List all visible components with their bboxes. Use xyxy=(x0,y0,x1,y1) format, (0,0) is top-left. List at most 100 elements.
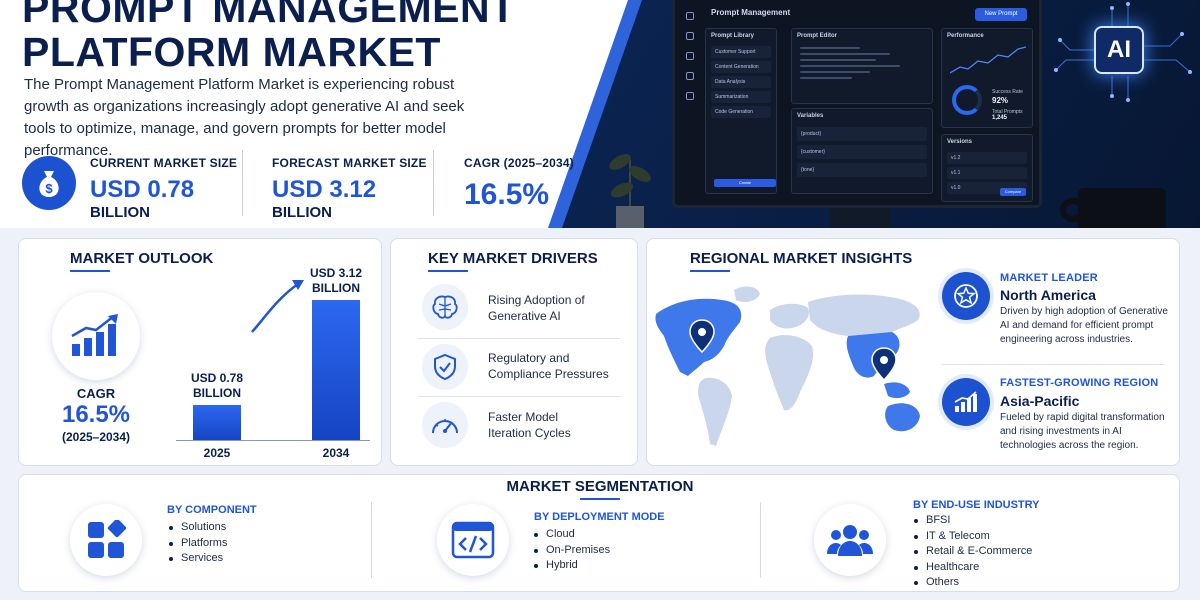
by-component-heading: BY COMPONENT xyxy=(167,504,257,516)
variable-item[interactable]: {tone} xyxy=(797,163,927,177)
code-line xyxy=(800,47,860,49)
list-item: Platforms xyxy=(169,536,227,552)
cagr-label: CAGR xyxy=(76,386,116,401)
monitor-stand xyxy=(830,208,890,228)
market-leader-name: North America xyxy=(1000,287,1096,303)
total-prompts-value: 1,245 xyxy=(992,115,1008,121)
stat-value: 16.5% xyxy=(464,178,550,211)
regional-divider xyxy=(942,364,1164,365)
library-icon[interactable] xyxy=(686,52,694,60)
new-prompt-button[interactable]: New Prompt xyxy=(975,8,1027,21)
stat-unit: BILLION xyxy=(90,204,150,221)
title-line-2: PLATFORM MARKET xyxy=(22,29,441,75)
dashboard-monitor: Prompt Management New Prompt Prompt Libr… xyxy=(672,0,1042,208)
north-asia-shape xyxy=(808,294,920,336)
driver-divider xyxy=(418,338,620,339)
library-item[interactable]: Content Generation xyxy=(711,61,771,73)
driver-line: Faster Model xyxy=(488,410,559,424)
variable-item[interactable]: {customer} xyxy=(797,145,927,159)
hero-banner: PROMPT MANAGEMENT PLATFORM MARKET The Pr… xyxy=(0,0,1200,228)
library-item[interactable]: Code Generation xyxy=(711,106,771,118)
bar-label-2025: USD 0.78 BILLION xyxy=(172,371,262,401)
panel-title: Performance xyxy=(947,33,984,39)
driver-line: Generative AI xyxy=(488,309,561,323)
code-line xyxy=(800,71,870,73)
prompt-editor-panel: Prompt Editor xyxy=(791,28,933,104)
asia-pacific-pin xyxy=(871,347,897,382)
list-item: Retail & E-Commerce xyxy=(914,544,1032,560)
cagr-value: 16.5% xyxy=(61,401,131,428)
driver-divider xyxy=(418,396,620,397)
stat-cagr: CAGR (2025–2034) 16.5% xyxy=(464,156,574,212)
stat-value: USD 3.12 xyxy=(272,176,377,203)
component-blocks-icon xyxy=(70,504,142,576)
code-line xyxy=(800,65,900,67)
settings-icon[interactable] xyxy=(686,92,694,100)
stat-label: FORECAST MARKET SIZE xyxy=(272,156,427,170)
title-line-1: PROMPT MANAGEMENT xyxy=(22,0,516,31)
version-item[interactable]: v1.2 xyxy=(947,152,1027,164)
driver-line: Compliance Pressures xyxy=(488,367,609,381)
bar-unit-label: BILLION xyxy=(193,386,241,400)
panel-title: Prompt Editor xyxy=(797,33,837,39)
money-bag-icon: $ xyxy=(22,156,76,210)
library-item[interactable]: Data Analysis xyxy=(711,76,771,88)
regional-insights-title: REGIONAL MARKET INSIGHTS xyxy=(690,250,913,267)
title-underline xyxy=(690,270,730,272)
list-item: Services xyxy=(169,551,227,567)
chart-icon[interactable] xyxy=(686,72,694,80)
code-line xyxy=(800,53,890,55)
stat-divider xyxy=(433,150,434,216)
coffee-mug xyxy=(1078,188,1166,228)
bar-value-label: USD 0.78 xyxy=(190,371,244,385)
version-item[interactable]: v1.1 xyxy=(947,167,1027,179)
growth-chart-icon xyxy=(942,378,990,426)
cagr-years: (2025–2034) xyxy=(61,430,131,444)
driver-line: Regulatory and xyxy=(488,351,570,365)
segment-divider xyxy=(760,502,761,578)
library-item[interactable]: Summarization xyxy=(711,91,771,103)
list-item: Healthcare xyxy=(914,560,1032,576)
library-item[interactable]: Customer Support xyxy=(711,46,771,58)
key-drivers-title: KEY MARKET DRIVERS xyxy=(428,250,598,267)
create-button[interactable]: Create xyxy=(714,179,776,187)
europe-shape xyxy=(770,303,809,329)
code-line xyxy=(800,59,876,61)
market-outlook-title: MARKET OUTLOOK xyxy=(70,250,214,267)
title-underline xyxy=(428,270,468,272)
title-underline xyxy=(70,270,110,272)
industry-list: BFSI IT & Telecom Retail & E-Commerce He… xyxy=(914,513,1032,591)
bar-2025 xyxy=(193,405,241,440)
greenland-shape xyxy=(734,286,760,302)
code-line xyxy=(800,77,852,79)
svg-text:$: $ xyxy=(45,181,53,196)
stat-unit: BILLION xyxy=(272,204,332,221)
star-badge-icon xyxy=(942,272,990,320)
driver-text: Regulatory and Compliance Pressures xyxy=(488,350,609,382)
title-underline xyxy=(580,498,620,500)
ai-chip-badge: AI xyxy=(1094,26,1144,74)
fastest-growing-kicker: FASTEST-GROWING REGION xyxy=(1000,377,1159,389)
x-tick-label: 2025 xyxy=(203,446,231,460)
list-item: Cloud xyxy=(534,527,610,543)
market-leader-kicker: MARKET LEADER xyxy=(1000,272,1098,284)
performance-line-chart xyxy=(950,46,1026,74)
compare-button[interactable]: Compare xyxy=(1000,188,1026,196)
panel-title: Prompt Library xyxy=(711,33,755,39)
intro-paragraph: The Prompt Management Platform Market is… xyxy=(24,76,465,159)
plant-illustration xyxy=(609,154,651,228)
deployment-list: Cloud On-Premises Hybrid xyxy=(534,527,610,574)
growth-chart-icon xyxy=(52,292,140,380)
market-leader-description: Driven by high adoption of Generative AI… xyxy=(1000,306,1168,345)
fastest-growing-name: Asia-Pacific xyxy=(1000,393,1080,409)
prompts-icon[interactable] xyxy=(686,32,694,40)
dashboard-title: Prompt Management xyxy=(711,8,791,17)
users-group-icon xyxy=(814,504,886,576)
home-icon[interactable] xyxy=(686,12,694,20)
stat-divider xyxy=(242,150,243,216)
south-america-shape xyxy=(698,377,732,446)
variable-item[interactable]: {product} xyxy=(797,127,927,141)
driver-text: Rising Adoption of Generative AI xyxy=(488,292,585,324)
driver-line: Rising Adoption of xyxy=(488,293,585,307)
prompt-library-panel: Prompt Library Customer Support Content … xyxy=(705,28,777,194)
